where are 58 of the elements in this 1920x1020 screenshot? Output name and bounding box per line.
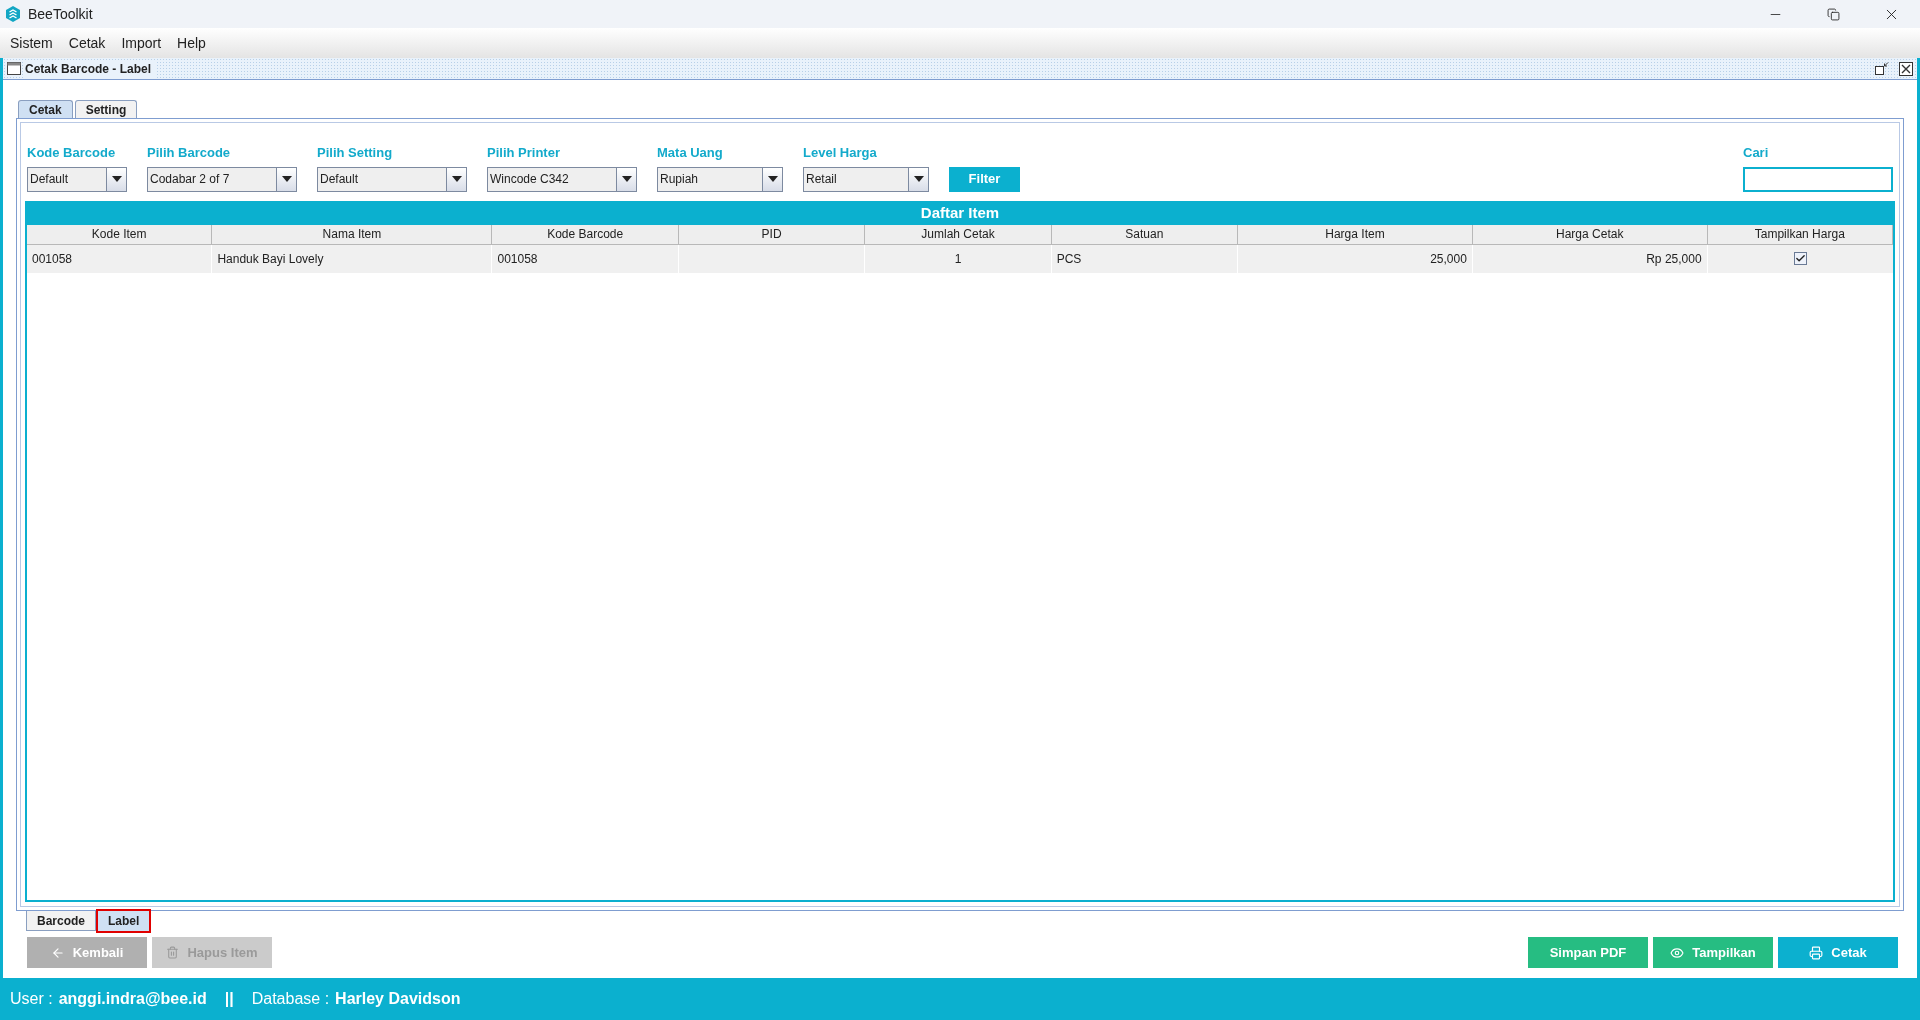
status-separator: || [224, 989, 234, 1009]
column-header[interactable]: Harga Item [1238, 224, 1473, 245]
checkbox[interactable] [1793, 252, 1807, 265]
tab[interactable]: Setting [74, 100, 138, 118]
status-label: User : [10, 989, 53, 1009]
search-label: Cari [1743, 144, 1770, 162]
dropdown-arrow-icon [621, 176, 632, 182]
menu-item[interactable]: Import [113, 32, 170, 54]
table-cell: 001058 [27, 244, 213, 273]
dropdown-arrow-icon [767, 176, 778, 182]
table-cell: PCS [1051, 244, 1239, 273]
table-cell: 1 [865, 244, 1052, 273]
column-header[interactable]: Kode Item [27, 224, 213, 245]
window-icon [7, 62, 21, 75]
column-header[interactable]: Nama Item [212, 224, 493, 245]
filter-label: Pilih Setting [317, 144, 394, 162]
frame-title: Cetak Barcode - Label [25, 59, 158, 78]
database-name: Harley Davidson [335, 989, 461, 1009]
dropdown[interactable]: Default [317, 166, 467, 192]
eye-icon [1670, 945, 1685, 960]
app-logo-icon [6, 6, 20, 22]
dropdown[interactable]: Default [27, 166, 127, 192]
column-header[interactable]: Kode Barcode [492, 224, 679, 245]
tab[interactable]: Barcode [26, 911, 97, 931]
filter-label: Level Harga [803, 144, 878, 162]
search-field[interactable] [1743, 166, 1893, 192]
filter-label: Pilih Barcode [147, 144, 232, 162]
tab[interactable]: Cetak [18, 100, 73, 118]
dropdown[interactable]: Rupiah [657, 166, 783, 192]
table-cell: Handuk Bayi Lovely [212, 244, 493, 273]
window-title: BeeToolkit [28, 4, 93, 24]
dropdown-arrow-icon [451, 176, 462, 182]
tab[interactable]: Label [98, 911, 150, 931]
dropdown-arrow-icon [913, 176, 924, 182]
table-cell: Rp 25,000 [1472, 244, 1708, 273]
menu-item[interactable]: Help [169, 32, 214, 54]
filter-label: Mata Uang [657, 144, 724, 162]
menu-item[interactable]: Cetak [60, 32, 114, 54]
dropdown-arrow-icon [111, 176, 122, 182]
restore-icon[interactable] [1826, 7, 1840, 21]
table-title: Daftar Item [27, 202, 1893, 225]
user-email: anggi.indra@bee.id [58, 989, 207, 1009]
dropdown[interactable]: Codabar 2 of 7 [147, 166, 297, 192]
restore-icon[interactable] [1875, 62, 1889, 75]
table-cell: 25,000 [1238, 244, 1473, 273]
arrow-left-icon [50, 945, 65, 960]
dropdown[interactable]: Wincode C342 [487, 166, 637, 192]
close-icon[interactable] [1899, 61, 1913, 76]
dropdown-arrow-icon [281, 176, 292, 182]
dropdown[interactable]: Retail [803, 166, 929, 192]
printer-icon [1809, 945, 1824, 960]
column-header[interactable]: Jumlah Cetak [865, 224, 1052, 245]
filter-label: Pilih Printer [487, 144, 561, 162]
filter-label: Kode Barcode [27, 144, 117, 162]
table-cell: 001058 [492, 244, 679, 273]
menu-item[interactable]: Sistem [2, 32, 61, 54]
status-label: Database : [251, 989, 330, 1009]
trash-icon [166, 946, 180, 959]
